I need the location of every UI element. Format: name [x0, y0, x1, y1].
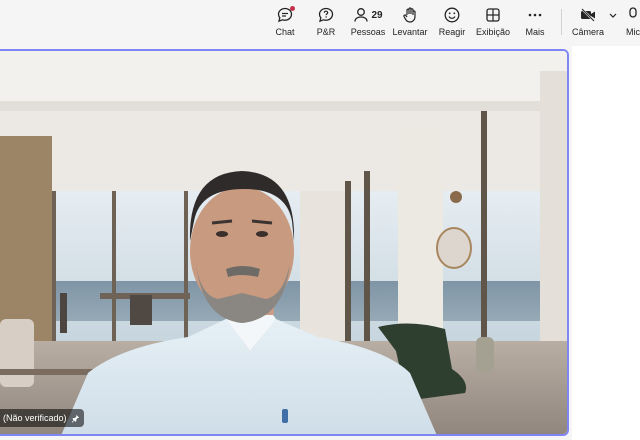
more-button[interactable]: Mais [522, 4, 548, 42]
people-icon [354, 8, 369, 22]
more-label: Mais [525, 27, 545, 37]
camera-off-icon [579, 4, 597, 26]
qa-button[interactable]: P&R [313, 4, 339, 42]
chat-label: Chat [275, 27, 295, 37]
react-button[interactable]: Reagir [438, 4, 466, 42]
chat-icon [276, 4, 295, 26]
video-feed [0, 51, 567, 434]
chevron-down-icon [608, 4, 618, 26]
people-count: 29 [371, 9, 383, 21]
people-button[interactable]: 29 Pessoas [350, 4, 386, 42]
participant-name-tag: (Não verificado) [0, 409, 84, 427]
people-icon-wrap: 29 [353, 4, 383, 26]
emoji-icon [443, 4, 461, 26]
side-panel [572, 46, 640, 440]
meeting-toolbar: Chat P&R 29 Pessoas Levantar Reagir Exib… [0, 0, 640, 46]
toolbar-divider [561, 9, 562, 35]
chat-button[interactable]: Chat [272, 4, 298, 42]
people-label: Pessoas [350, 27, 386, 37]
mic-button[interactable]: Micr [626, 4, 640, 42]
react-label: Reagir [438, 27, 466, 37]
hand-icon [401, 4, 419, 26]
participant-label: (Não verificado) [3, 413, 67, 423]
raise-hand-button[interactable]: Levantar [392, 4, 428, 42]
qa-label: P&R [316, 27, 336, 37]
notification-dot [290, 6, 295, 11]
mic-label: Micr [626, 27, 640, 37]
raise-hand-label: Levantar [392, 27, 428, 37]
view-label: Exibição [475, 27, 511, 37]
pin-icon[interactable] [71, 414, 80, 423]
more-icon [526, 4, 544, 26]
camera-label: Câmera [572, 27, 605, 37]
mic-icon [626, 4, 640, 26]
question-icon [317, 4, 335, 26]
view-button[interactable]: Exibição [476, 4, 510, 42]
camera-button[interactable]: Câmera [572, 4, 604, 42]
grid-icon [484, 4, 502, 26]
participant-video-tile[interactable]: (Não verificado) [0, 49, 569, 436]
camera-options-button[interactable] [606, 4, 620, 42]
